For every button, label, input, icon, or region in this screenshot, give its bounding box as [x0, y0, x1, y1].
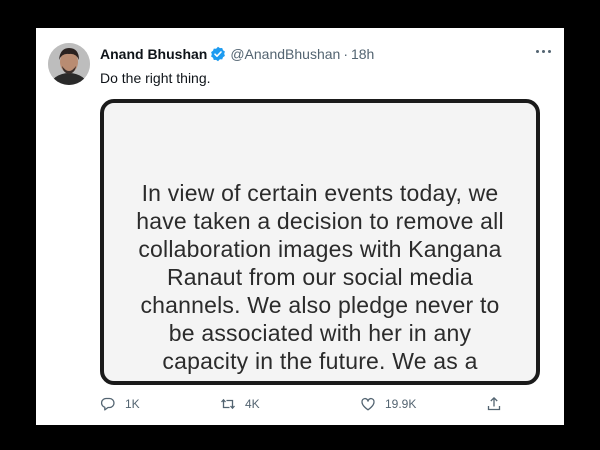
retweet-count: 4K: [245, 397, 260, 411]
tweet-actions: 1K 4K 19.9K: [96, 396, 524, 416]
reply-count: 1K: [125, 397, 140, 411]
avatar-image: [48, 43, 90, 85]
tweet-header: Anand Bhushan @AnandBhushan · 18h: [100, 44, 552, 64]
tweet-media-image[interactable]: In view of certain events today, we have…: [100, 99, 540, 385]
like-heart-icon: [361, 397, 375, 411]
author-name[interactable]: Anand Bhushan: [100, 46, 207, 62]
tweet-timestamp[interactable]: 18h: [351, 46, 374, 62]
tweet-card[interactable]: Anand Bhushan @AnandBhushan · 18h Do the…: [36, 28, 564, 425]
share-button[interactable]: [486, 396, 502, 412]
tweet-text: Do the right thing.: [100, 70, 211, 86]
share-icon: [487, 397, 501, 411]
reply-button[interactable]: 1K: [100, 396, 140, 412]
more-options-icon[interactable]: [536, 46, 554, 56]
avatar[interactable]: [48, 43, 90, 85]
like-count: 19.9K: [385, 397, 417, 411]
verified-badge-icon: [210, 46, 226, 62]
retweet-button[interactable]: 4K: [220, 396, 260, 412]
separator-dot: ·: [343, 46, 348, 62]
like-button[interactable]: 19.9K: [360, 396, 416, 412]
retweet-icon: [221, 398, 235, 410]
reply-icon: [100, 397, 115, 411]
media-statement-text: In view of certain events today, we have…: [136, 180, 504, 374]
author-handle[interactable]: @AnandBhushan: [230, 46, 340, 62]
